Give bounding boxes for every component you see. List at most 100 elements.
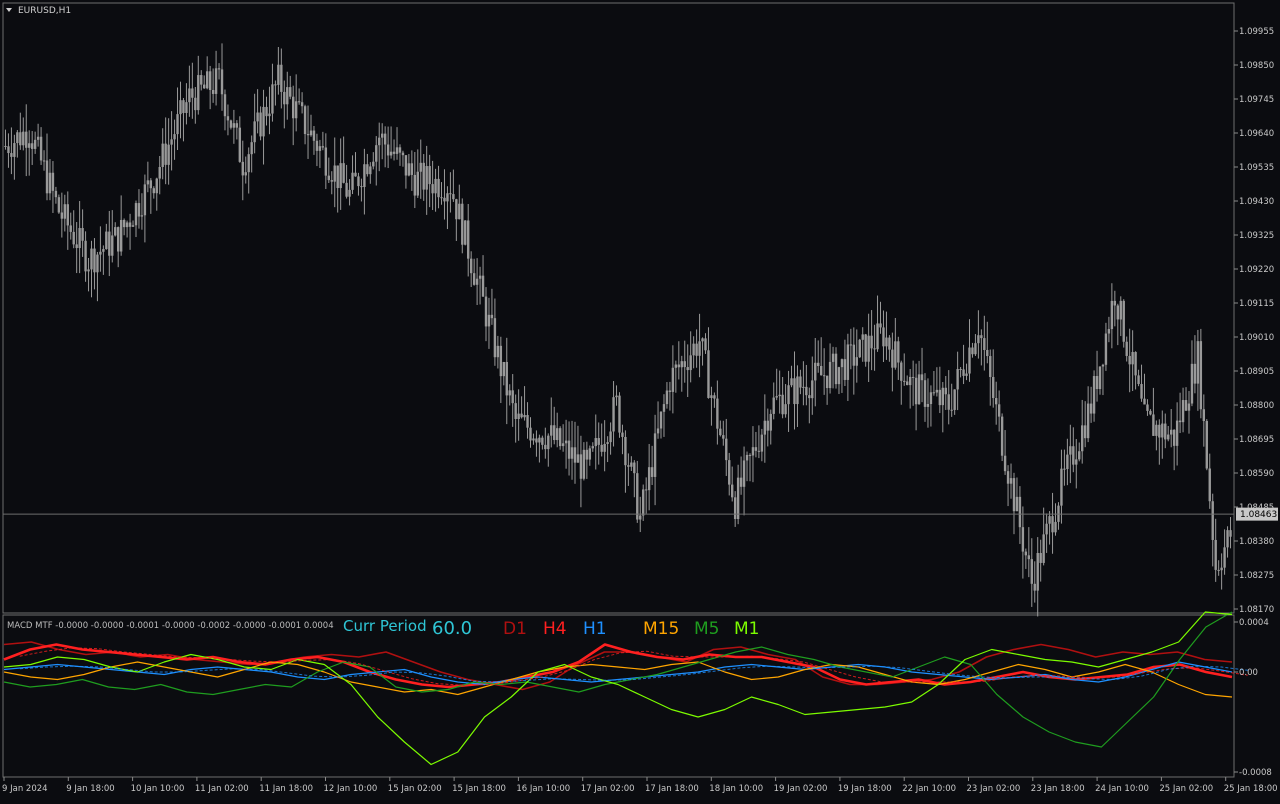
candle-body bbox=[274, 84, 277, 86]
candle-body bbox=[469, 258, 473, 274]
candle-body bbox=[840, 359, 844, 368]
candle-body bbox=[143, 184, 147, 216]
candle-body bbox=[947, 394, 950, 410]
price-tick-label: 1.09220 bbox=[1239, 265, 1274, 275]
candle-body bbox=[188, 88, 191, 103]
price-tick-label: 1.08695 bbox=[1239, 435, 1274, 445]
candle-body bbox=[280, 64, 283, 92]
candle-body bbox=[48, 172, 52, 194]
time-tick-label: 25 Jan 02:00 bbox=[1159, 784, 1213, 794]
candle-body bbox=[1119, 300, 1122, 320]
candle-body bbox=[164, 143, 167, 165]
candle-body bbox=[906, 381, 909, 386]
candle-body bbox=[194, 97, 197, 111]
price-tick-label: 1.08275 bbox=[1239, 571, 1274, 581]
candle-body bbox=[146, 180, 150, 185]
candle-body bbox=[440, 197, 443, 199]
time-tick-label: 23 Jan 18:00 bbox=[1031, 784, 1085, 794]
candle-body bbox=[748, 454, 752, 456]
candle-body bbox=[508, 390, 511, 396]
candle-body bbox=[1113, 300, 1117, 306]
time-tick-label: 17 Jan 18:00 bbox=[645, 784, 699, 794]
candle-body bbox=[69, 225, 72, 232]
candle-body bbox=[315, 140, 319, 151]
candle-body bbox=[876, 323, 879, 350]
candle-body bbox=[662, 404, 666, 412]
candle-body bbox=[1199, 341, 1203, 410]
candle-body bbox=[342, 163, 345, 183]
candle-body bbox=[99, 251, 102, 255]
candle-body bbox=[16, 132, 19, 144]
candle-body bbox=[1181, 400, 1185, 423]
indicator-title: MACD MTF -0.0000 -0.0000 -0.0001 -0.0000… bbox=[7, 621, 334, 631]
candle-body bbox=[467, 220, 470, 259]
timeframe-legend-m5: M5 bbox=[694, 619, 719, 639]
candle-body bbox=[932, 392, 936, 394]
time-tick-label: 19 Jan 02:00 bbox=[774, 784, 828, 794]
trading-chart-window[interactable]: 1.09955 1.09850 1.09745 1.09640 1.09535 1.094… bbox=[0, 0, 1280, 800]
candle-body bbox=[241, 161, 244, 176]
candle-body bbox=[229, 120, 233, 128]
time-tick-label: 10 Jan 10:00 bbox=[131, 784, 185, 794]
candle-body bbox=[1175, 420, 1179, 446]
candle-body bbox=[994, 398, 998, 405]
price-tick-label: 1.08905 bbox=[1239, 367, 1274, 377]
candle-body bbox=[668, 390, 672, 392]
candle-body bbox=[911, 376, 915, 378]
candle-body bbox=[582, 449, 586, 479]
candle-body bbox=[558, 428, 562, 447]
candle-body bbox=[831, 353, 835, 362]
candle-body bbox=[1167, 434, 1170, 440]
candle-body bbox=[1015, 496, 1019, 512]
candle-body bbox=[36, 136, 40, 140]
candle-body bbox=[1164, 423, 1167, 440]
candle-body bbox=[520, 413, 523, 418]
candle-body bbox=[25, 131, 28, 148]
candle-body bbox=[434, 178, 437, 194]
candle-body bbox=[428, 166, 431, 185]
timeframe-legend-h1: H1 bbox=[583, 619, 607, 639]
candle-body bbox=[612, 397, 615, 432]
candle-body bbox=[312, 130, 316, 141]
candle-body bbox=[618, 395, 621, 433]
chart-canvas[interactable]: 1.09955 1.09850 1.09745 1.09640 1.09535 1.094… bbox=[0, 0, 1280, 800]
candle-body bbox=[464, 220, 467, 245]
price-tick-label: 1.09850 bbox=[1239, 61, 1274, 71]
candle-body bbox=[422, 162, 425, 190]
candle-body bbox=[372, 161, 375, 167]
candle-body bbox=[819, 366, 823, 376]
candle-body bbox=[692, 343, 695, 356]
candle-body bbox=[481, 275, 485, 297]
candle-body bbox=[292, 96, 295, 119]
candle-body bbox=[1187, 403, 1191, 411]
symbol-timeframe-label: EURUSD,H1 bbox=[18, 6, 71, 16]
candle-body bbox=[250, 142, 253, 155]
candle-body bbox=[1000, 416, 1004, 456]
candle-body bbox=[176, 114, 179, 135]
candle-body bbox=[588, 448, 592, 460]
candle-body bbox=[111, 235, 114, 256]
candle-body bbox=[1143, 398, 1146, 405]
candle-body bbox=[1128, 355, 1131, 365]
candle-body bbox=[698, 341, 701, 356]
candle-body bbox=[493, 318, 497, 358]
candle-body bbox=[514, 403, 517, 420]
candle-body bbox=[392, 151, 396, 154]
candle-body bbox=[472, 273, 476, 285]
candle-body bbox=[1054, 521, 1057, 533]
candle-body bbox=[253, 121, 256, 143]
candle-body bbox=[653, 433, 657, 477]
candle-body bbox=[950, 409, 953, 411]
candle-body bbox=[555, 428, 559, 441]
candle-body bbox=[318, 146, 322, 151]
candle-body bbox=[897, 341, 900, 363]
candle-body bbox=[398, 147, 402, 153]
candle-body bbox=[389, 151, 393, 156]
candle-body bbox=[1048, 516, 1051, 524]
candle-body bbox=[324, 147, 328, 176]
candle-body bbox=[526, 415, 529, 428]
candle-body bbox=[51, 172, 55, 191]
time-tick-label: 12 Jan 10:00 bbox=[324, 784, 378, 794]
candle-body bbox=[739, 477, 743, 487]
candle-body bbox=[849, 344, 853, 346]
